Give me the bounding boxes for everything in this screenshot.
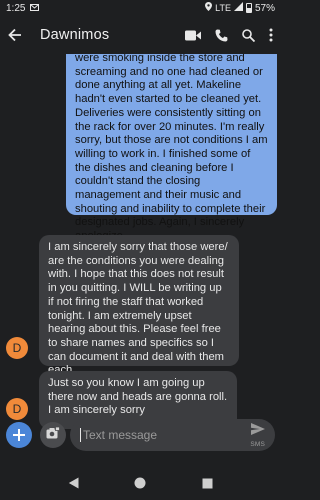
incoming-message[interactable]: I am sincerely sorry that those were/ ar… bbox=[39, 235, 239, 376]
message-list[interactable]: were smoking inside the store and scream… bbox=[0, 54, 281, 454]
status-bar: 1:25 LTE 57% bbox=[0, 0, 281, 16]
app-bar: Dawnimos bbox=[0, 16, 281, 54]
nav-back-icon[interactable] bbox=[68, 476, 79, 494]
nav-home-icon[interactable] bbox=[134, 476, 146, 494]
status-time: 1:25 bbox=[6, 2, 26, 14]
network-label: LTE bbox=[215, 3, 231, 13]
message-input[interactable] bbox=[80, 428, 230, 442]
send-icon bbox=[250, 422, 265, 440]
contact-avatar[interactable]: D bbox=[6, 337, 28, 359]
location-icon bbox=[205, 2, 213, 14]
message-input-container: SMS bbox=[70, 419, 275, 451]
outgoing-message[interactable]: were smoking inside the store and scream… bbox=[66, 54, 277, 242]
video-call-icon[interactable] bbox=[185, 30, 201, 41]
nav-recents-icon[interactable] bbox=[202, 476, 213, 494]
add-attachment-button[interactable] bbox=[6, 422, 32, 448]
plus-icon bbox=[13, 425, 25, 446]
battery-level: 57% bbox=[254, 2, 275, 14]
camera-icon bbox=[46, 426, 60, 444]
send-button[interactable]: SMS bbox=[250, 422, 265, 448]
search-icon[interactable] bbox=[242, 28, 255, 42]
system-nav-bar bbox=[0, 470, 281, 500]
signal-icon bbox=[233, 2, 243, 14]
back-arrow-icon[interactable] bbox=[8, 28, 32, 42]
compose-bar: SMS bbox=[0, 416, 281, 456]
camera-gallery-button[interactable] bbox=[40, 422, 66, 448]
more-vert-icon[interactable] bbox=[269, 28, 273, 42]
mail-icon bbox=[30, 3, 40, 14]
phone-icon[interactable] bbox=[215, 29, 228, 42]
battery-icon bbox=[245, 3, 252, 13]
send-mode-label: SMS bbox=[250, 441, 265, 448]
conversation-title: Dawnimos bbox=[40, 27, 110, 43]
